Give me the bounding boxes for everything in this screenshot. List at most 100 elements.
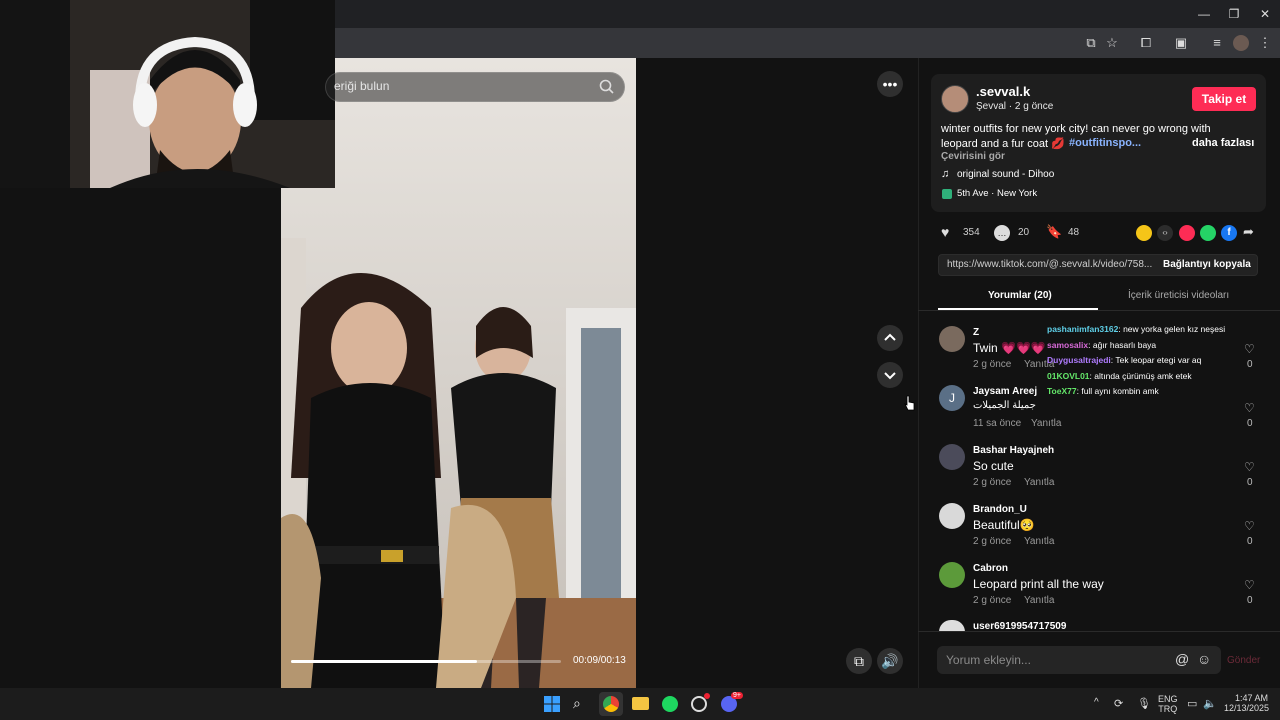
search-input[interactable]: eriği bulun [334, 79, 389, 93]
comment-like-icon[interactable]: ♡ [1244, 401, 1255, 415]
comment-author[interactable]: Cabron [973, 563, 1008, 574]
notification-dot [704, 693, 710, 699]
see-more-link[interactable]: daha fazlası [1192, 137, 1254, 149]
chat-name: samosalix [1047, 340, 1089, 350]
comment-input[interactable]: Yorum ekleyin... [946, 653, 1031, 667]
more-options-button[interactable]: ••• [877, 71, 903, 97]
follow-button[interactable]: Takip et [1192, 87, 1256, 111]
chat-text: : Tek leopar etegi var aq [1110, 355, 1202, 365]
avatar[interactable]: J [939, 385, 965, 411]
emoji-icon[interactable]: ☺ [1197, 651, 1211, 667]
hashtag-link[interactable]: #outfitinspo... [1069, 137, 1141, 149]
picture-in-picture-button[interactable]: ⧉ [846, 648, 872, 674]
lang-line-1: ENG [1158, 694, 1178, 704]
chat-message: samosalix: ağır hasarlı baya [1047, 340, 1156, 350]
comment-like-icon[interactable]: ♡ [1244, 460, 1255, 474]
comment-count: 20 [1018, 227, 1030, 238]
minimize-button[interactable]: — [1189, 4, 1219, 24]
restore-button[interactable]: ❐ [1219, 4, 1249, 24]
heart-icon[interactable]: ♥ [941, 224, 949, 240]
facebook-icon[interactable]: f [1221, 225, 1237, 241]
comment-like-icon[interactable]: ♡ [1244, 578, 1255, 592]
chat-message: ToeX77: full aynı kombin amk [1047, 386, 1159, 396]
copy-link-button[interactable]: Bağlantıyı kopyala [1163, 259, 1251, 270]
speaker-icon[interactable]: 🔈 [1203, 697, 1217, 710]
reply-button[interactable]: Yanıtla [1024, 536, 1054, 547]
reply-button[interactable]: Yanıtla [1024, 477, 1054, 488]
volume-button[interactable]: 🔊 [877, 648, 903, 674]
sound-link[interactable]: original sound - Dihoo [957, 169, 1054, 180]
chat-name: 01KOVL01 [1047, 371, 1090, 381]
translate-link[interactable]: Çevirisini gör [941, 151, 1005, 162]
location-link[interactable]: 5th Ave · New York [957, 188, 1037, 199]
comment-like-count: 0 [1247, 477, 1253, 488]
comment-text: Twin 💗💗💗 [973, 341, 1046, 355]
tab-creator-videos[interactable]: İçerik üreticisi videoları [1128, 290, 1229, 301]
extensions-icon[interactable]: ⧠ [1137, 34, 1155, 52]
reply-button[interactable]: Yanıtla [1031, 418, 1061, 429]
save-count: 48 [1068, 227, 1080, 238]
clock[interactable]: 1:47 AM 12/13/2025 [1224, 693, 1269, 713]
search-icon[interactable] [598, 78, 616, 96]
comment-like-icon[interactable]: ♡ [1244, 519, 1255, 533]
video-progress-fill [291, 660, 478, 663]
chat-text: : new yorka gelen kız neşesi [1118, 324, 1226, 334]
network-icon[interactable]: ▭ [1187, 697, 1197, 710]
comment-like-icon[interactable]: ♡ [1244, 342, 1255, 356]
search-taskbar-icon[interactable]: ⌕ [573, 695, 581, 712]
spotify-icon[interactable] [662, 696, 678, 712]
reading-list-icon[interactable]: ≡ [1208, 34, 1226, 52]
comment-like-count: 0 [1247, 359, 1253, 370]
tray-chevron-icon[interactable]: ^ [1094, 697, 1099, 708]
comment-like-count: 0 [1247, 595, 1253, 606]
comment-like-count: 0 [1247, 536, 1253, 547]
chat-name: Duygusaltrajedi [1047, 355, 1111, 365]
tab-comments[interactable]: Yorumlar (20) [988, 290, 1052, 301]
close-button[interactable]: ✕ [1250, 4, 1280, 24]
video-time: 00:09/00:13 [573, 655, 626, 666]
chat-text: : full aynı kombin amk [1076, 386, 1159, 396]
bookmark-star-icon[interactable]: ☆ [1103, 34, 1121, 52]
input-language[interactable]: ENG TRQ [1158, 694, 1178, 714]
avatar[interactable] [939, 562, 965, 588]
avatar[interactable] [939, 326, 965, 352]
send-button[interactable]: Gönder [1227, 655, 1260, 666]
send-to-friend-icon[interactable] [1179, 225, 1195, 241]
avatar[interactable] [939, 503, 965, 529]
next-video-button[interactable] [877, 362, 903, 388]
reply-button[interactable]: Yanıtla [1024, 595, 1054, 606]
comment-icon[interactable]: … [994, 225, 1010, 241]
video-url: https://www.tiktok.com/@.sevval.k/video/… [947, 259, 1153, 270]
comment-author[interactable]: Brandon_U [973, 504, 1027, 515]
comment-author[interactable]: Jaysam Areej [973, 386, 1037, 397]
previous-video-button[interactable] [877, 325, 903, 351]
embed-icon[interactable]: ‹› [1157, 225, 1173, 241]
split-view-icon[interactable]: ▣ [1172, 34, 1190, 52]
comment-text: Leopard print all the way [973, 577, 1104, 591]
install-app-icon[interactable]: ⧉ [1082, 34, 1100, 52]
chat-name: pashanimfan3162 [1047, 324, 1119, 334]
author-avatar[interactable] [941, 85, 969, 113]
chrome-menu-icon[interactable]: ⋮ [1256, 34, 1274, 52]
comment-author[interactable]: Z [973, 327, 979, 338]
file-explorer-icon[interactable] [632, 697, 649, 710]
avatar[interactable] [939, 444, 965, 470]
comment-author[interactable]: Bashar Hayajneh [973, 445, 1054, 456]
caption-line-1: winter outfits for new york city! can ne… [941, 123, 1211, 135]
mention-icon[interactable]: @ [1175, 651, 1189, 667]
tab-divider [918, 310, 1280, 311]
repost-icon[interactable] [1136, 225, 1152, 241]
share-arrow-icon[interactable]: ➦ [1243, 224, 1254, 240]
mouse-cursor [904, 395, 915, 411]
discord-badge: 9+ [731, 692, 743, 699]
whatsapp-icon[interactable] [1200, 225, 1216, 241]
windows-start-icon[interactable] [544, 696, 560, 712]
microphone-icon[interactable]: 🎙 [1137, 697, 1151, 710]
webcam-overlay [0, 0, 335, 188]
video-progress-track[interactable] [291, 660, 561, 663]
profile-avatar[interactable] [1233, 35, 1249, 51]
comment-time: 2 g önce [973, 536, 1012, 547]
bookmark-icon[interactable]: 🔖 [1046, 224, 1062, 240]
author-username[interactable]: .sevval.k [976, 84, 1030, 99]
sync-icon[interactable]: ⟳ [1114, 697, 1123, 710]
